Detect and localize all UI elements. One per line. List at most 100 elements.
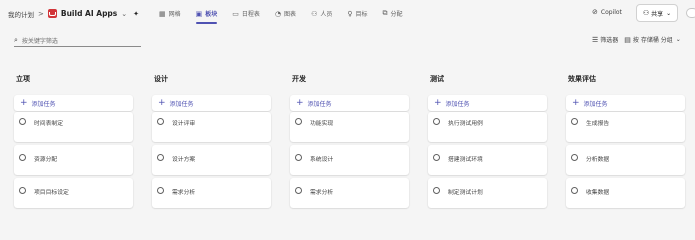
task-card[interactable]: 项目目标设定 bbox=[14, 178, 133, 208]
task-title: 需求分析 bbox=[310, 190, 334, 196]
complete-checkbox[interactable] bbox=[433, 187, 440, 194]
search-placeholder: 按关键字筛选 bbox=[21, 37, 58, 45]
task-card[interactable]: 设计方案 bbox=[152, 145, 271, 175]
complete-checkbox[interactable] bbox=[157, 118, 164, 125]
chevron-down-icon: ⌄ bbox=[675, 36, 681, 43]
task-title: 项目目标设定 bbox=[34, 190, 69, 196]
tab-assign[interactable]: ⧉ 分配 bbox=[377, 0, 409, 27]
task-card[interactable]: 分析数据 bbox=[566, 145, 685, 175]
more-options-button[interactable] bbox=[686, 8, 695, 18]
filter-label: 筛选器 bbox=[600, 37, 619, 44]
breadcrumb-my-plans[interactable]: 我的计划 bbox=[8, 9, 34, 19]
task-card[interactable]: 需求分析 bbox=[290, 178, 409, 208]
breadcrumb-separator: > bbox=[38, 9, 44, 18]
complete-checkbox[interactable] bbox=[19, 118, 26, 125]
complete-checkbox[interactable] bbox=[295, 187, 302, 194]
task-title: 执行测试用例 bbox=[448, 121, 483, 127]
complete-checkbox[interactable] bbox=[571, 118, 578, 125]
copilot-label: Copilot bbox=[600, 8, 622, 16]
assign-icon: ⧉ bbox=[382, 9, 388, 17]
tab-label: 网格 bbox=[168, 11, 181, 18]
group-by-button[interactable]: ▤ 按 存储桶 分组 ⌄ bbox=[624, 35, 681, 45]
grid-icon: ▦ bbox=[159, 9, 166, 18]
tab-label: 图表 bbox=[284, 11, 297, 18]
task-list: 设计评审 设计方案 需求分析 bbox=[152, 112, 271, 208]
bucket-column: 效果评估 + 添加任务 生成报告 分析数据 收集数据 bbox=[566, 74, 685, 208]
tab-goals[interactable]: ♀ 目标 bbox=[341, 0, 373, 27]
schedule-icon: ▭ bbox=[232, 9, 239, 18]
plan-app-icon bbox=[47, 9, 57, 18]
complete-checkbox[interactable] bbox=[433, 118, 440, 125]
add-task-button[interactable]: + 添加任务 bbox=[566, 95, 685, 111]
filter-button[interactable]: ☰ 筛选器 bbox=[592, 35, 619, 45]
tab-label: 板块 bbox=[205, 11, 218, 18]
chevron-down-icon[interactable]: ⌄ bbox=[121, 10, 127, 18]
tab-label: 人员 bbox=[320, 11, 333, 18]
keyword-filter-input[interactable]: ⌕ 按关键字筛选 bbox=[14, 34, 141, 47]
goal-icon: ♀ bbox=[347, 9, 353, 18]
complete-checkbox[interactable] bbox=[571, 187, 578, 194]
add-task-button[interactable]: + 添加任务 bbox=[290, 95, 409, 111]
task-card[interactable]: 系统设计 bbox=[290, 145, 409, 175]
task-title: 资源分配 bbox=[34, 157, 58, 163]
task-list: 生成报告 分析数据 收集数据 bbox=[566, 112, 685, 208]
add-task-label: 添加任务 bbox=[31, 100, 56, 108]
add-task-button[interactable]: + 添加任务 bbox=[14, 95, 133, 111]
bucket-title[interactable]: 开发 bbox=[290, 74, 409, 88]
chevron-down-icon: ⌄ bbox=[666, 9, 672, 17]
bucket-column: 立项 + 添加任务 时间表制定 资源分配 项目目标设定 bbox=[14, 74, 133, 208]
tab-label: 目标 bbox=[355, 11, 368, 18]
complete-checkbox[interactable] bbox=[295, 118, 302, 125]
bucket-title[interactable]: 测试 bbox=[428, 74, 547, 88]
complete-checkbox[interactable] bbox=[571, 154, 578, 161]
add-task-label: 添加任务 bbox=[445, 100, 470, 108]
copilot-button[interactable]: ⊘ Copilot bbox=[592, 8, 622, 16]
task-title: 制定测试计划 bbox=[448, 190, 483, 196]
task-card[interactable]: 需求分析 bbox=[152, 178, 271, 208]
plan-title[interactable]: Build AI Apps bbox=[61, 9, 117, 18]
task-card[interactable]: 收集数据 bbox=[566, 178, 685, 208]
add-task-button[interactable]: + 添加任务 bbox=[428, 95, 547, 111]
complete-checkbox[interactable] bbox=[295, 154, 302, 161]
task-card[interactable]: 生成报告 bbox=[566, 112, 685, 142]
copilot-icon: ⊘ bbox=[592, 8, 598, 16]
complete-checkbox[interactable] bbox=[19, 154, 26, 161]
task-card[interactable]: 功能实现 bbox=[290, 112, 409, 142]
task-list: 执行测试用例 搭建测试环境 制定测试计划 bbox=[428, 112, 547, 208]
task-card[interactable]: 制定测试计划 bbox=[428, 178, 547, 208]
bucket-title[interactable]: 效果评估 bbox=[566, 74, 685, 88]
bucket-title[interactable]: 立项 bbox=[14, 74, 133, 88]
top-bar: 我的计划 > Build AI Apps ⌄ ✦ ▦ 网格 ▣ 板块 ▭ 日程表… bbox=[0, 0, 695, 27]
task-card[interactable]: 搭建测试环境 bbox=[428, 145, 547, 175]
task-list: 时间表制定 资源分配 项目目标设定 bbox=[14, 112, 133, 208]
task-card[interactable]: 时间表制定 bbox=[14, 112, 133, 142]
group-label: 按 存储桶 分组 bbox=[632, 37, 673, 44]
pin-icon[interactable]: ✦ bbox=[133, 10, 139, 18]
task-card[interactable]: 设计评审 bbox=[152, 112, 271, 142]
task-list: 功能实现 系统设计 需求分析 bbox=[290, 112, 409, 208]
task-card[interactable]: 资源分配 bbox=[14, 145, 133, 175]
add-task-label: 添加任务 bbox=[583, 100, 608, 108]
view-tabs: ▦ 网格 ▣ 板块 ▭ 日程表 ◔ 图表 ⚇ 人员 ♀ 目标 ⧉ 分配 bbox=[153, 0, 412, 27]
bucket-title[interactable]: 设计 bbox=[152, 74, 271, 88]
tab-schedule[interactable]: ▭ 日程表 bbox=[226, 0, 266, 27]
plus-icon: + bbox=[296, 97, 304, 108]
task-title: 生成报告 bbox=[586, 121, 610, 127]
plus-icon: + bbox=[434, 97, 442, 108]
tab-people[interactable]: ⚇ 人员 bbox=[305, 0, 338, 27]
tab-label: 日程表 bbox=[241, 11, 260, 18]
tab-board[interactable]: ▣ 板块 bbox=[190, 0, 224, 27]
complete-checkbox[interactable] bbox=[157, 187, 164, 194]
task-title: 收集数据 bbox=[586, 190, 610, 196]
share-label: 共享 bbox=[651, 10, 664, 18]
share-button[interactable]: ⚇ 共享 ⌄ bbox=[636, 4, 678, 22]
complete-checkbox[interactable] bbox=[19, 187, 26, 194]
task-card[interactable]: 执行测试用例 bbox=[428, 112, 547, 142]
tab-grid[interactable]: ▦ 网格 bbox=[153, 0, 187, 27]
plus-icon: + bbox=[20, 97, 28, 108]
complete-checkbox[interactable] bbox=[157, 154, 164, 161]
tab-charts[interactable]: ◔ 图表 bbox=[269, 0, 302, 27]
add-task-button[interactable]: + 添加任务 bbox=[152, 95, 271, 111]
bucket-column: 开发 + 添加任务 功能实现 系统设计 需求分析 bbox=[290, 74, 409, 208]
complete-checkbox[interactable] bbox=[433, 154, 440, 161]
